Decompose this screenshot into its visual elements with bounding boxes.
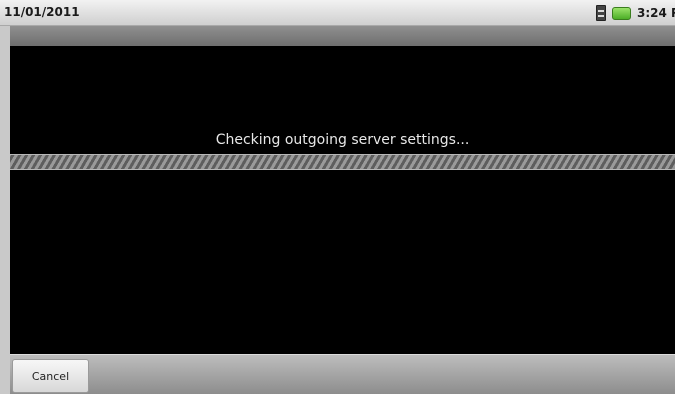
battery-icon — [612, 6, 631, 20]
indeterminate-progress-bar — [10, 154, 675, 170]
status-right-group: 3:24 PM — [596, 4, 675, 22]
progress-message: Checking outgoing server settings... — [215, 132, 470, 148]
button-bar: Cancel — [10, 354, 675, 394]
status-date: 11/01/2011 — [4, 5, 80, 19]
status-time: 3:24 PM — [637, 6, 675, 20]
cancel-button[interactable]: Cancel — [12, 359, 89, 393]
status-bar: 11/01/2011 3:24 PM — [0, 0, 675, 26]
progress-content: Checking outgoing server settings... — [10, 46, 675, 354]
sim-card-icon — [596, 5, 606, 21]
android-screen: 11/01/2011 3:24 PM Checking outgoing ser… — [0, 0, 675, 394]
title-strip — [10, 26, 675, 46]
